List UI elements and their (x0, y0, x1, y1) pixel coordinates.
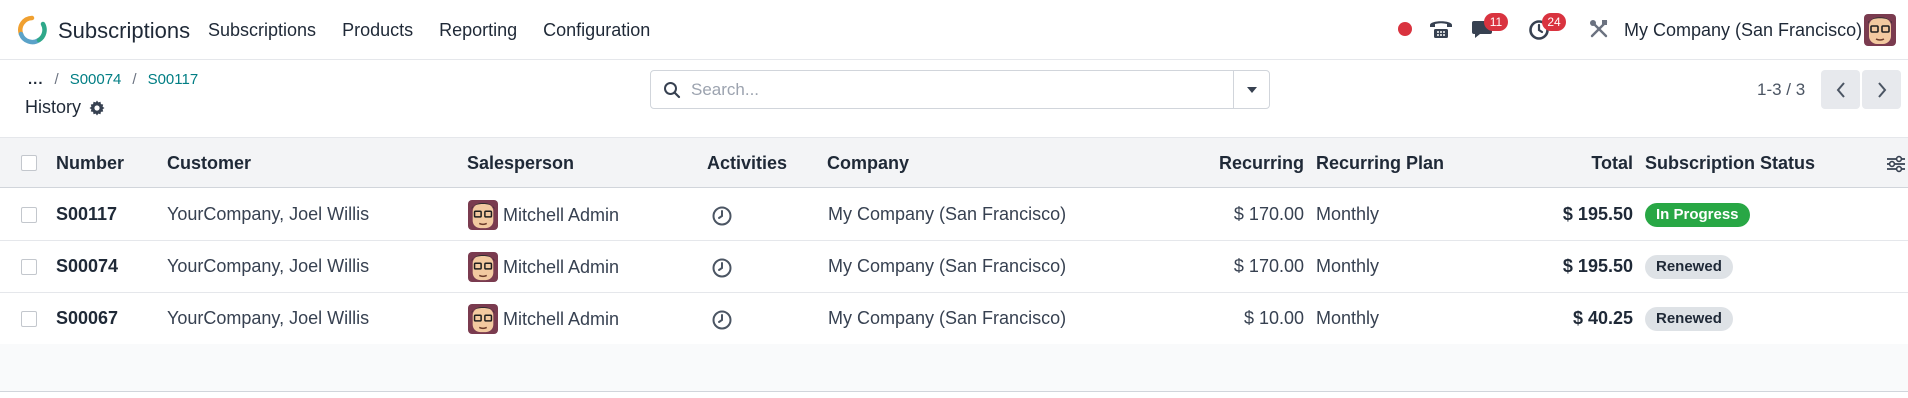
cell-number: S00067 (56, 308, 119, 328)
pager-previous-button[interactable] (1821, 70, 1860, 109)
cell-company: My Company (San Francisco) (828, 204, 1067, 224)
column-salesperson[interactable]: Salesperson (467, 153, 574, 174)
column-number[interactable]: Number (56, 153, 124, 174)
cell-recurring-plan: Monthly (1316, 308, 1380, 328)
chevron-right-icon (1877, 81, 1886, 98)
cell-total: $ 40.25 (1572, 308, 1633, 328)
cell-salesperson: Mitchell Admin (503, 257, 620, 277)
row-checkbox[interactable] (21, 259, 37, 275)
app-logo-icon[interactable] (17, 15, 47, 45)
cell-customer: YourCompany, Joel Willis (167, 204, 370, 224)
cell-company: My Company (San Francisco) (828, 308, 1067, 328)
activity-clock-icon[interactable] (712, 258, 732, 278)
cell-salesperson: Mitchell Admin (503, 309, 620, 329)
breadcrumb-separator: / (54, 71, 59, 88)
record-dot-icon[interactable] (1397, 21, 1413, 37)
tools-icon[interactable] (1589, 19, 1609, 39)
activity-clock-icon[interactable] (712, 206, 732, 226)
menu-reporting[interactable]: Reporting (439, 20, 517, 41)
cell-salesperson: Mitchell Admin (503, 205, 620, 225)
search-input[interactable] (691, 71, 1221, 108)
breadcrumb-separator: / (132, 71, 137, 88)
breadcrumb-more[interactable]: ... (28, 71, 44, 88)
table-row[interactable]: S00074 YourCompany, Joel Willis Mitchell… (0, 241, 1908, 293)
app-name[interactable]: Subscriptions (58, 18, 190, 44)
cell-number: S00074 (56, 256, 119, 276)
activities-button[interactable]: 24 (1528, 13, 1566, 45)
table-row[interactable]: S00067 YourCompany, Joel Willis Mitchell… (0, 293, 1908, 345)
table-row[interactable]: S00117 YourCompany, Joel Willis Mitchell… (0, 189, 1908, 241)
search-icon (664, 82, 681, 99)
cell-recurring: $ 170.00 (1233, 204, 1304, 224)
cell-recurring: $ 10.00 (1243, 308, 1304, 328)
salesperson-avatar (468, 200, 498, 230)
breadcrumb-link-s00074[interactable]: S00074 (70, 71, 122, 88)
column-settings-icon[interactable] (1886, 155, 1906, 173)
company-switcher[interactable]: My Company (San Francisco) (1624, 20, 1862, 41)
cell-company: My Company (San Francisco) (828, 256, 1067, 276)
activities-badge: 24 (1542, 13, 1566, 31)
cell-number: S00117 (56, 204, 118, 224)
cell-recurring: $ 170.00 (1233, 256, 1304, 276)
table-header: Number Customer Salesperson Activities C… (0, 137, 1908, 188)
column-company[interactable]: Company (827, 153, 909, 174)
cell-total: $ 195.50 (1562, 204, 1633, 224)
pager-value[interactable]: 1-3 / 3 (1757, 80, 1805, 100)
pager-next-button[interactable] (1862, 70, 1901, 109)
row-checkbox[interactable] (21, 207, 37, 223)
salesperson-avatar (468, 252, 498, 282)
column-recurring[interactable]: Recurring (1219, 153, 1304, 174)
search-bar (650, 70, 1270, 109)
messages-button[interactable]: 11 (1471, 13, 1508, 45)
user-avatar[interactable] (1864, 14, 1896, 46)
main-menu: Subscriptions Products Reporting Configu… (208, 20, 650, 41)
column-total[interactable]: Total (1591, 153, 1633, 174)
breadcrumb: ... / S00074 / S00117 (28, 71, 198, 88)
gear-icon[interactable] (89, 100, 105, 116)
search-options-toggle[interactable] (1233, 71, 1269, 108)
page-title: History (25, 97, 105, 118)
column-subscription-status[interactable]: Subscription Status (1645, 153, 1815, 174)
column-customer[interactable]: Customer (167, 153, 251, 174)
status-badge: In Progress (1645, 203, 1750, 227)
menu-products[interactable]: Products (342, 20, 413, 41)
page-title-text: History (25, 97, 82, 117)
row-checkbox[interactable] (21, 311, 37, 327)
table-footer (0, 344, 1908, 392)
cell-total: $ 195.50 (1562, 256, 1633, 276)
activity-clock-icon[interactable] (712, 310, 732, 330)
status-badge: Renewed (1645, 307, 1733, 331)
salesperson-avatar (468, 304, 498, 334)
cell-recurring-plan: Monthly (1316, 256, 1380, 276)
cell-customer: YourCompany, Joel Willis (167, 256, 370, 276)
breadcrumb-link-s00117[interactable]: S00117 (148, 71, 199, 88)
cell-customer: YourCompany, Joel Willis (167, 308, 370, 328)
menu-subscriptions[interactable]: Subscriptions (208, 20, 316, 41)
phone-icon[interactable] (1428, 17, 1454, 41)
top-navbar: Subscriptions Subscriptions Products Rep… (0, 0, 1908, 60)
status-badge: Renewed (1645, 255, 1733, 279)
column-activities[interactable]: Activities (707, 153, 787, 174)
messages-badge: 11 (1484, 13, 1508, 31)
select-all-checkbox[interactable] (21, 155, 37, 171)
cell-recurring-plan: Monthly (1316, 204, 1380, 224)
column-recurring-plan[interactable]: Recurring Plan (1316, 153, 1444, 174)
caret-down-icon (1246, 86, 1257, 93)
chevron-left-icon (1836, 81, 1845, 98)
menu-configuration[interactable]: Configuration (543, 20, 650, 41)
